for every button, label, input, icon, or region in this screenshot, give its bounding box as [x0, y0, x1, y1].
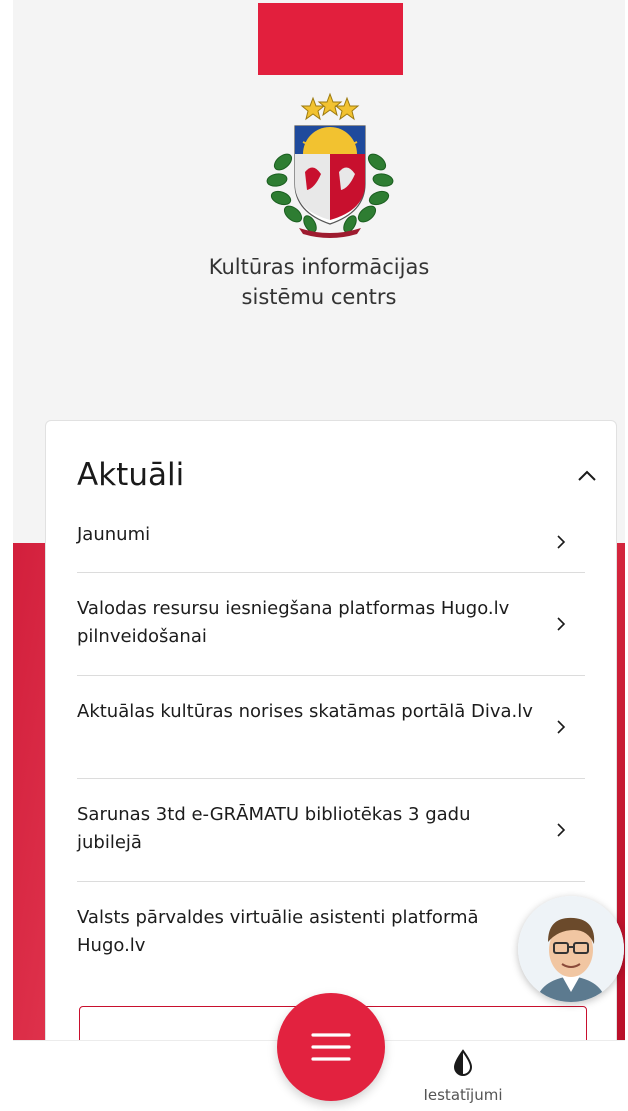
hamburger-menu-icon — [311, 1033, 351, 1061]
latvia-coat-of-arms-icon — [266, 92, 394, 238]
organization-name: Kultūras informācijas sistēmu centrs — [13, 252, 625, 312]
news-list: Jaunumi Valodas resursu iesniegšana plat… — [77, 511, 585, 992]
settings-label: Iestatījumi — [423, 1086, 503, 1104]
list-item-label: Aktuālas kultūras norises skatāmas portā… — [77, 701, 533, 722]
contrast-drop-icon — [453, 1049, 473, 1076]
list-item-label: Valsts pārvaldes virtuālie asistenti pla… — [77, 907, 479, 956]
org-name-line2: sistēmu centrs — [241, 285, 397, 309]
list-item-label: Sarunas 3td e-GRĀMATU bibliotēkas 3 gadu… — [77, 804, 471, 853]
collapse-button[interactable] — [572, 461, 602, 491]
chevron-right-icon — [557, 534, 566, 549]
settings-button[interactable]: Iestatījumi — [408, 1043, 518, 1109]
virtual-assistant-avatar-icon — [518, 896, 624, 1002]
page-background: Kultūras informācijas sistēmu centrs Akt… — [13, 0, 625, 1040]
chevron-right-icon — [557, 617, 566, 631]
list-item[interactable]: Jaunumi — [77, 511, 585, 573]
section-title: Aktuāli — [77, 457, 185, 493]
list-item-label: Jaunumi — [77, 524, 151, 545]
section-header[interactable]: Aktuāli — [46, 451, 616, 507]
list-item[interactable]: Valodas resursu iesniegšana platformas H… — [77, 573, 585, 676]
chevron-right-icon — [557, 720, 566, 734]
org-name-line1: Kultūras informācijas — [208, 255, 430, 279]
list-item[interactable]: Aktuālas kultūras norises skatāmas portā… — [77, 676, 585, 779]
chevron-up-icon — [578, 470, 596, 481]
list-item-label: Valodas resursu iesniegšana platformas H… — [77, 598, 510, 647]
chevron-right-icon — [557, 823, 566, 837]
list-item[interactable]: Sarunas 3td e-GRĀMATU bibliotēkas 3 gadu… — [77, 779, 585, 882]
flag-stripe — [258, 3, 403, 75]
menu-button[interactable] — [277, 993, 385, 1101]
list-item[interactable]: Valsts pārvaldes virtuālie asistenti pla… — [77, 882, 585, 992]
virtual-assistant-button[interactable] — [518, 896, 624, 1002]
